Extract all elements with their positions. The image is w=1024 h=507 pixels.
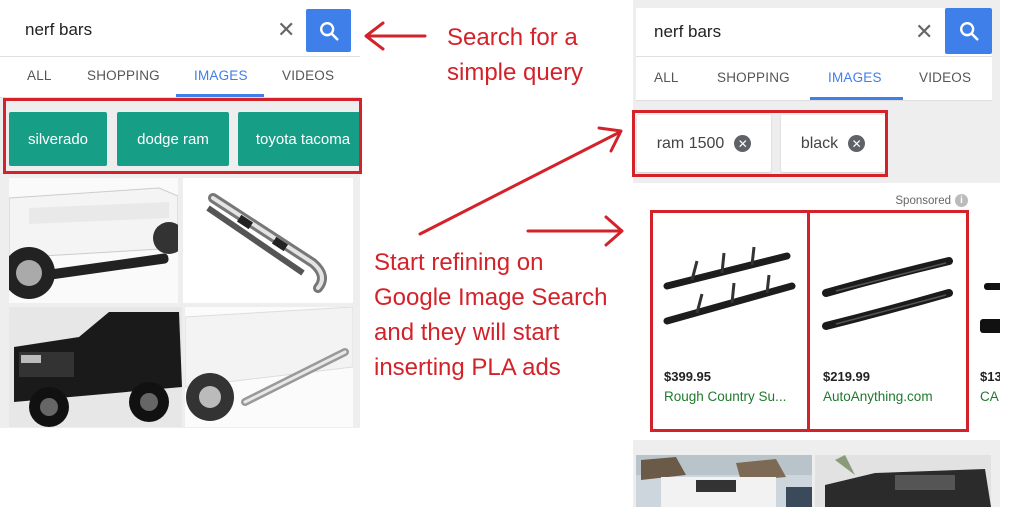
arrow-icon <box>418 130 622 236</box>
image-result-chrome-nerf-bar[interactable] <box>183 178 353 303</box>
active-tab-indicator <box>810 97 903 100</box>
product-image <box>980 283 1000 333</box>
tab-shopping[interactable]: SHOPPING <box>717 70 790 85</box>
info-icon[interactable]: i <box>955 194 968 207</box>
left-search-panel: nerf bars ✕ ALL SHOPPING IMAGES VIDEOS s… <box>0 0 360 428</box>
pla-ad-card[interactable]: $13 CA <box>970 216 1000 426</box>
clear-icon[interactable]: ✕ <box>915 21 933 43</box>
refine-chips-highlight-box <box>632 110 888 177</box>
arrow-icon <box>364 21 385 51</box>
image-result-truck-street[interactable] <box>636 455 812 507</box>
search-tabs: ALL SHOPPING IMAGES VIDEOS <box>636 57 992 101</box>
search-tabs: ALL SHOPPING IMAGES VIDEOS <box>0 57 360 98</box>
arrow-icon <box>597 126 623 153</box>
pla-ad-highlight-box <box>807 210 969 432</box>
tab-all[interactable]: ALL <box>654 70 679 85</box>
tab-images[interactable]: IMAGES <box>194 68 248 83</box>
active-tab-indicator <box>176 94 264 97</box>
search-icon <box>959 22 979 41</box>
image-result-dark-truck[interactable] <box>815 455 991 507</box>
image-result-black-truck[interactable] <box>9 307 182 427</box>
search-input[interactable]: nerf bars <box>25 20 92 40</box>
image-result-white-truck-side[interactable] <box>9 178 178 303</box>
tab-videos[interactable]: VIDEOS <box>282 68 334 83</box>
tab-all[interactable]: ALL <box>27 68 52 83</box>
tab-shopping[interactable]: SHOPPING <box>87 68 160 83</box>
search-button[interactable] <box>306 9 351 52</box>
tab-videos[interactable]: VIDEOS <box>919 70 971 85</box>
chips-highlight-box <box>3 98 362 174</box>
annotation-refine: Start refining on Google Image Search an… <box>374 249 608 381</box>
sponsored-label: Sponsored i <box>895 194 968 207</box>
search-button[interactable] <box>945 8 992 54</box>
search-icon <box>319 21 339 41</box>
ad-seller[interactable]: CA <box>980 389 999 404</box>
pla-ad-highlight-box <box>650 210 810 432</box>
search-bar: nerf bars ✕ <box>0 0 360 57</box>
clear-icon[interactable]: ✕ <box>277 19 295 41</box>
tab-images[interactable]: IMAGES <box>828 70 882 85</box>
ad-price: $13 <box>980 369 1000 384</box>
image-result-white-truck-steps[interactable] <box>185 307 353 427</box>
search-input[interactable]: nerf bars <box>654 22 721 42</box>
search-bar: nerf bars ✕ <box>636 8 992 57</box>
annotation-search: Search for a simple query <box>447 24 584 86</box>
arrow-icon <box>604 215 624 247</box>
